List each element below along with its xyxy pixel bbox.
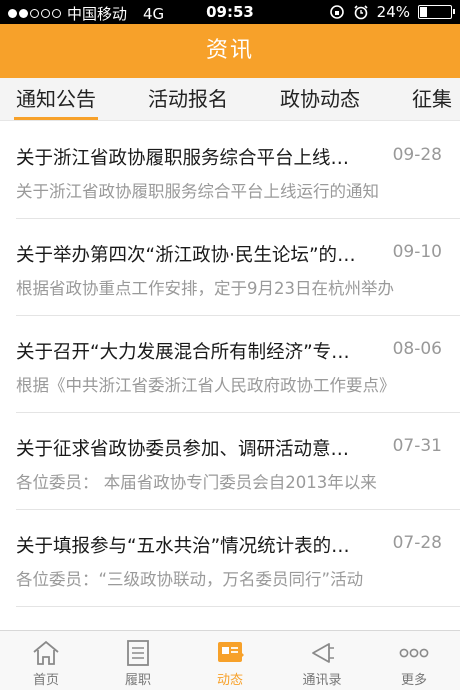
nav-more[interactable]: 更多 xyxy=(368,631,460,690)
list-item[interactable]: 关于征求省政协委员参加、调研活动意见的通知 07-31 各位委员： 本届省政协专… xyxy=(16,413,460,510)
nav-more-label: 更多 xyxy=(400,673,427,688)
tab-cppcc-news[interactable]: 政协动态 xyxy=(280,78,360,120)
item-title: 关于举办第四次“浙江政协·民生论坛”的通知 xyxy=(16,245,366,266)
item-summary: 根据省政协重点工作安排，定于9月23日在杭州举办 xyxy=(16,279,394,298)
news-icon xyxy=(218,642,244,662)
category-tabs: 通知公告 活动报名 政协动态 征集 xyxy=(0,78,460,121)
item-title: 关于召开“大力发展混合所有制经济”专题协商会的通知 xyxy=(16,342,366,363)
page-title: 资讯 xyxy=(205,38,254,63)
nav-contacts-label: 通讯录 xyxy=(302,673,342,688)
item-title: 关于填报参与“五水共治”情况统计表的通知 xyxy=(16,536,366,557)
item-date: 07-28 xyxy=(392,533,442,553)
more-icon xyxy=(399,648,429,658)
nav-home[interactable]: 首页 xyxy=(0,631,92,690)
item-title: 关于征求省政协委员参加、调研活动意见的通知 xyxy=(16,439,366,460)
battery-percent: 24% xyxy=(376,3,410,21)
nav-duties[interactable]: 履职 xyxy=(92,631,184,690)
rotation-lock-icon xyxy=(329,5,344,19)
bottom-tab-bar: 首页 履职 动态 通讯录 更多 xyxy=(0,630,460,690)
item-summary: 关于浙江省政协履职服务综合平台上线运行的通知 xyxy=(16,182,379,201)
item-summary: 根据《中共浙江省委浙江省人民政府政协工作要点》 xyxy=(16,376,396,395)
contacts-icon xyxy=(312,643,334,663)
app-header: 资讯 xyxy=(0,24,460,78)
nav-contacts[interactable]: 通讯录 xyxy=(276,631,368,690)
tab-notices[interactable]: 通知公告 xyxy=(14,78,98,120)
document-icon xyxy=(127,640,149,666)
item-date: 09-28 xyxy=(392,145,442,165)
list-item[interactable]: 关于举办第四次“浙江政协·民生论坛”的通知 09-10 根据省政协重点工作安排，… xyxy=(16,219,460,316)
tab-solicitation[interactable]: 征集 xyxy=(412,78,452,120)
list-item[interactable]: 关于浙江省政协履职服务综合平台上线运行的通知 09-28 关于浙江省政协履职服务… xyxy=(16,122,460,219)
item-summary: 各位委员：“三级政协联动，万名委员同行”活动 xyxy=(16,570,364,589)
list-item[interactable]: 关于召开“大力发展混合所有制经济”专题协商会的通知 08-06 根据《中共浙江省… xyxy=(16,316,460,413)
battery-icon xyxy=(418,5,455,19)
status-bar: 中国移动 4G 09:53 24% xyxy=(0,0,460,24)
item-date: 08-06 xyxy=(392,339,442,359)
tab-event-signup[interactable]: 活动报名 xyxy=(148,78,228,120)
item-date: 07-31 xyxy=(392,436,442,456)
list-item[interactable]: 关于填报参与“五水共治”情况统计表的通知 07-28 各位委员：“三级政协联动，… xyxy=(16,510,460,607)
alarm-icon xyxy=(354,5,368,20)
item-summary: 各位委员： 本届省政协专门委员会自2013年以来 xyxy=(16,473,377,492)
nav-news-label: 动态 xyxy=(216,673,243,688)
nav-home-label: 首页 xyxy=(32,673,59,688)
nav-news[interactable]: 动态 xyxy=(184,631,276,690)
news-list: 关于浙江省政协履职服务综合平台上线运行的通知 09-28 关于浙江省政协履职服务… xyxy=(0,122,460,607)
item-date: 09-10 xyxy=(392,242,442,262)
item-title: 关于浙江省政协履职服务综合平台上线运行的通知 xyxy=(16,148,366,169)
home-icon xyxy=(33,640,59,665)
nav-duties-label: 履职 xyxy=(124,673,151,688)
